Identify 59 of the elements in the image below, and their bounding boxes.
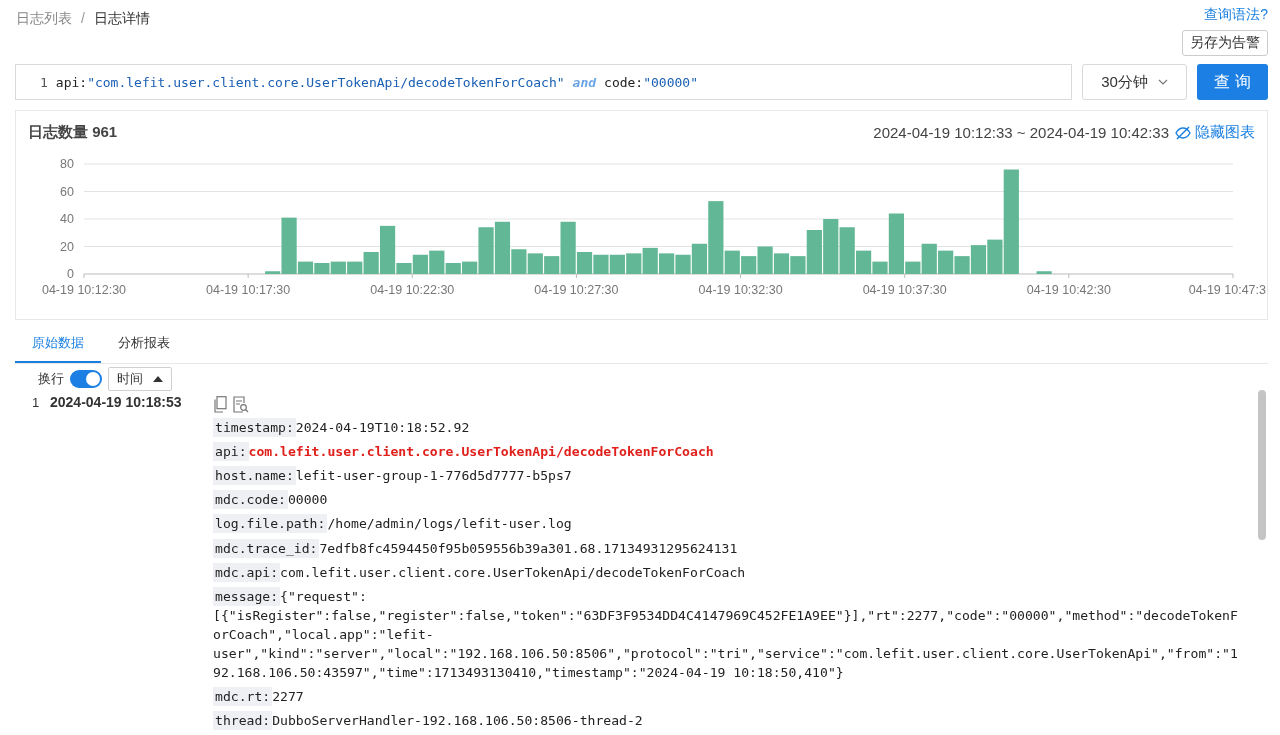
bar — [314, 263, 330, 274]
query-syntax-link[interactable]: 查询语法? — [1204, 6, 1268, 24]
log-field: api:com.lefit.user.client.core.UserTokenApi/decodeTokenForCoach — [213, 439, 1241, 464]
bar — [330, 261, 346, 274]
axis-label: 04-19 10:27:30 — [534, 283, 619, 297]
bar — [626, 253, 642, 274]
bar — [773, 253, 790, 274]
bar — [527, 253, 543, 274]
log-field: mdc.rt:2277 — [213, 684, 1241, 709]
time-range-select[interactable]: 30分钟 — [1082, 64, 1187, 100]
bar — [938, 250, 954, 274]
wrap-toggle[interactable] — [70, 370, 102, 388]
axis-label: 04-19 10:32:30 — [698, 283, 783, 297]
axis-label: 20 — [60, 239, 74, 254]
log-field: mdc.trace_id:7edfb8fc4594450f95b059556b39a301.68.17134931295624131 — [213, 535, 1241, 561]
time-range-text: 2024-04-19 10:12:33 ~ 2024-04-19 10:42:33 — [873, 124, 1169, 141]
chevron-down-icon — [1157, 79, 1168, 85]
breadcrumb-separator: / — [81, 10, 85, 28]
query-editor[interactable]: 1 api:"com.lefit.user.client.core.UserTokenApi/decodeTokenForCoach" and code:"00000" — [15, 64, 1072, 100]
sort-up-icon — [153, 376, 163, 382]
log-field: thread:DubboServerHandler-192.168.106.50:8506-thread-2 — [213, 708, 1241, 733]
bar — [659, 253, 675, 274]
axis-label: 04-19 10:47:3 — [1188, 283, 1266, 297]
axis-label: 60 — [60, 184, 74, 199]
log-time: 2024-04-19 10:18:53 — [50, 393, 183, 412]
log-index: 1 — [32, 394, 41, 412]
axis-label: 04-19 10:22:30 — [370, 283, 455, 297]
log-field: mdc.code:00000 — [213, 487, 1241, 512]
chart-title: 日志数量 961 — [28, 123, 118, 142]
bar — [1036, 271, 1052, 274]
search-button[interactable]: 查 询 — [1197, 64, 1268, 100]
bar — [823, 219, 839, 274]
log-field: timestamp:2024-04-19T10:18:52.92 — [213, 415, 1241, 440]
tab[interactable]: 分析报表 — [101, 324, 187, 363]
document-search-icon[interactable] — [233, 395, 249, 413]
axis-label: 0 — [67, 267, 74, 281]
copy-icon[interactable] — [213, 395, 227, 413]
bar — [593, 254, 609, 274]
save-as-alert-button[interactable]: 另存为告警 — [1182, 30, 1268, 56]
wrap-label: 换行 — [38, 370, 64, 388]
tab[interactable]: 原始数据 — [15, 324, 101, 363]
axis-label: 40 — [60, 212, 74, 226]
axis-label: 04-19 10:37:30 — [862, 283, 947, 297]
axis-label: 80 — [60, 157, 74, 171]
log-field: mdc.api:com.lefit.user.client.core.UserTokenApi/decodeTokenForCoach — [213, 560, 1241, 585]
hide-chart-link[interactable]: 隐藏图表 — [1175, 123, 1255, 142]
breadcrumb-item[interactable]: 日志列表 — [16, 10, 72, 56]
bar — [609, 254, 625, 274]
log-field: log.file.path:/home/admin/logs/lefit-user.log — [213, 511, 1241, 536]
scroll-bar[interactable] — [1258, 390, 1266, 540]
eye-slash-icon — [1175, 125, 1191, 140]
breadcrumb-item: 日志详情 — [93, 10, 150, 28]
axis-label: 04-19 10:42:30 — [1026, 283, 1111, 297]
sort-time-button[interactable]: 时间 — [108, 367, 172, 391]
bar — [642, 247, 658, 274]
axis-label: 04-19 10:17:30 — [206, 283, 291, 297]
log-field: message:{"request":[{"isRegister":false,"register":false,"token":"63DF3F9534DD4C4147969C452FE1A9EE"}],"rt":2277,"code":"00000","method":"decodeTokenForCoach","local.app":"lefit-user","kind":"server","local":"192.168.106.50:8506","protocol":"tri","service":"com.lefit.user.client.core.UserTokenApi","from":"192.168.106.50:43597","time":1713493130410,"timestamp":"2024-04-19 10:18:50,410"} — [213, 584, 1241, 685]
axis-label: 04-19 10:12:30 — [41, 283, 127, 297]
log-field: host.name:lefit-user-group-1-776d5d7777-b5ps7 — [213, 463, 1241, 488]
